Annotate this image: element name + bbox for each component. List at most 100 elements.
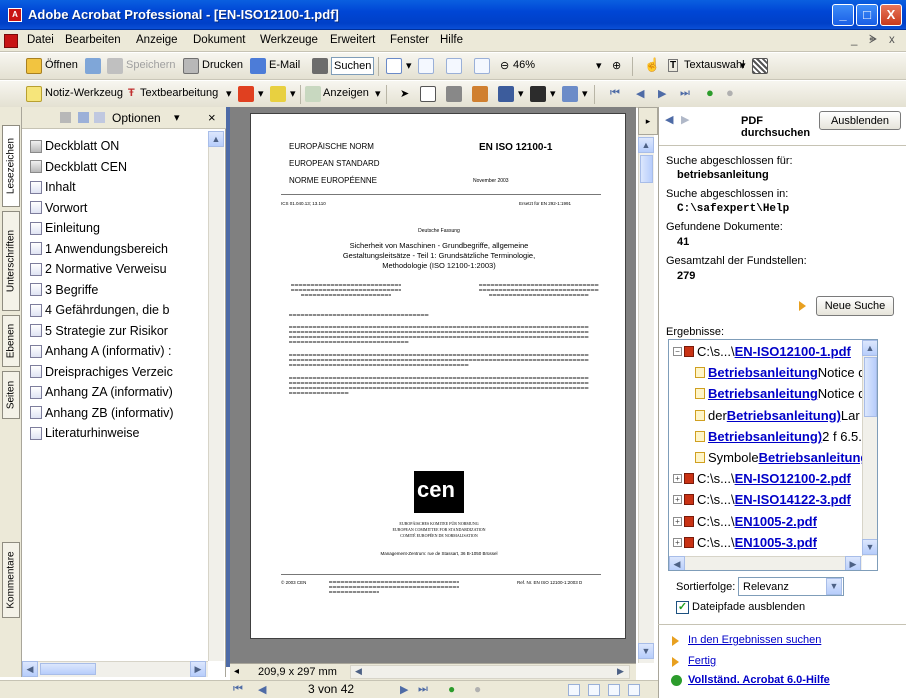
actual-size-icon[interactable] [418,58,434,74]
show-dropdown[interactable]: ▾ [375,87,381,100]
bookmark-item[interactable]: 4 Gefährdungen, die b [30,303,169,317]
last-page-icon[interactable]: ⏭ [680,87,690,100]
scroll-right-icon[interactable]: ▶ [190,661,206,677]
collapse-search-icon[interactable]: ▸ [638,107,658,135]
touchup-text-icon[interactable] [420,86,436,102]
bookmark-item[interactable]: 2 Normative Verweisu [30,262,167,276]
status-first-page-icon[interactable]: ⏮ [233,683,243,696]
go-back-icon[interactable]: ● [706,85,714,100]
text-select-button[interactable]: Textauswahl [684,59,745,71]
facing-icon[interactable] [608,684,620,696]
form-field-dropdown[interactable]: ▾ [518,87,524,100]
result-file[interactable]: − C:\s...\ EN-ISO12100-1.pdf [673,344,851,359]
menu-erweitert[interactable]: Erweitert [330,34,375,46]
email-icon[interactable] [250,58,266,74]
stamp-icon[interactable] [238,86,254,102]
result-hit[interactable]: Betriebsanleitung) 2 f 6.5.: [695,429,866,444]
text-edit-dropdown[interactable]: ▾ [226,87,232,100]
bookmarks-vertical-scrollbar[interactable]: ▲ [208,131,224,661]
zoom-icon[interactable] [386,58,402,74]
close-panel-icon[interactable]: × [208,110,216,125]
open-folder-icon[interactable] [26,58,42,74]
bookmark-item[interactable]: 5 Strategie zur Risikor [30,324,168,338]
bookmark-item[interactable]: Anhang ZB (informativ) [30,406,174,420]
single-page-icon[interactable] [568,684,580,696]
result-link[interactable]: Betriebsanleitung) [727,408,841,423]
minimize-button[interactable]: _ [832,4,854,26]
result-hit[interactable]: der Betriebsanleitung) Lar [695,408,860,423]
open-button[interactable]: Öffnen [45,59,78,71]
next-page-icon[interactable]: ▶ [658,87,666,100]
result-link[interactable]: EN1005-3.pdf [735,535,817,550]
bookmark-item[interactable]: 1 Anwendungsbereich [30,242,168,256]
zoom-in-icon[interactable]: ⊕ [612,59,621,72]
result-hit[interactable]: Betriebsanleitung Notice d [695,386,866,401]
status-prev-page-icon[interactable]: ◀ [258,683,266,696]
search-in-results-link[interactable]: In den Ergebnissen suchen [688,634,821,646]
bookmark-item[interactable]: Einleitung [30,221,100,235]
search-back-icon[interactable]: ◀ [665,113,673,126]
continuous-facing-icon[interactable] [628,684,640,696]
bookmark-item[interactable]: Deckblatt ON [30,139,119,153]
result-link[interactable]: EN-ISO14122-3.pdf [735,492,851,507]
scroll-up-icon[interactable]: ▲ [208,131,224,147]
layout-grid-dropdown[interactable]: ▾ [550,87,556,100]
options-dropdown-icon[interactable]: ▾ [174,111,180,124]
zoom-level-dropdown[interactable]: ▾ [596,59,602,72]
expand-icon[interactable]: + [673,537,682,547]
bookmark-item[interactable]: Vorwort [30,201,87,215]
result-hit[interactable]: Symbole Betriebsanleitung [695,450,868,465]
expand-icon[interactable]: + [673,516,682,526]
zoom-out-icon[interactable]: ⊖ [500,59,509,72]
page-number-field[interactable]: 3 von 42 [308,682,354,696]
note-tool-button[interactable]: Notiz-Werkzeug [45,87,123,99]
sort-dropdown-icon[interactable]: ▼ [826,578,842,595]
menu-dokument[interactable]: Dokument [193,34,245,46]
menu-bearbeiten[interactable]: Bearbeiten [65,34,121,46]
result-link[interactable]: Betriebsanleitung [708,386,818,401]
results-scroll-down-icon[interactable]: ▼ [862,539,877,555]
organizer-icon[interactable] [85,58,101,74]
document-icon[interactable] [4,34,18,48]
tab-pages[interactable]: Seiten [2,371,20,419]
show-button[interactable]: Anzeigen [323,87,369,99]
touchup-object-icon[interactable] [446,86,462,102]
results-horizontal-scrollbar[interactable]: ◀ ▶ [669,556,862,570]
doc-scroll-up-icon[interactable]: ▲ [638,137,654,153]
scroll-thumb[interactable] [40,663,96,675]
bookmark-item[interactable]: Inhalt [30,180,76,194]
hide-button[interactable]: Ausblenden [819,111,901,130]
doc-restore-button[interactable]: ᗙ [869,34,877,47]
results-scroll-left-icon[interactable]: ◀ [669,556,685,570]
results-vertical-scrollbar[interactable]: ▲ ▼ [862,340,877,556]
hide-paths-checkbox[interactable]: ✓ [676,601,689,614]
status-next-page-icon[interactable]: ▶ [400,683,408,696]
binoculars-icon[interactable] [312,58,328,74]
fit-width-icon[interactable] [474,58,490,74]
delete-bookmark-icon[interactable] [60,112,71,123]
note-icon[interactable] [26,86,42,102]
result-link[interactable]: Betriebsanleitung [759,450,869,465]
scroll-left-icon[interactable]: ◀ [22,661,38,677]
zoom-level-field[interactable]: 46% [513,59,535,71]
text-field-dropdown[interactable]: ▾ [582,87,588,100]
print-button[interactable]: Drucken [202,59,243,71]
text-select-dropdown[interactable]: ▾ [740,59,746,72]
new-bookmark-icon[interactable] [78,112,89,123]
stamp-dropdown[interactable]: ▾ [258,87,264,100]
result-link[interactable]: EN1005-2.pdf [735,514,817,529]
result-link[interactable]: Betriebsanleitung) [708,429,822,444]
close-button[interactable]: X [880,4,902,26]
fit-page-icon[interactable] [446,58,462,74]
search-button[interactable]: Suchen [331,57,375,75]
show-icon[interactable] [305,86,321,102]
result-file[interactable]: + C:\s...\ EN-ISO14122-3.pdf [673,492,851,507]
doc-minimize-button[interactable]: _ [851,34,857,46]
bookmark-item[interactable]: Anhang A (informativ) : [30,344,171,358]
document-vertical-scrollbar[interactable]: ▲ ▼ [638,107,654,663]
printer-icon[interactable] [183,58,199,74]
menu-hilfe[interactable]: Hilfe [440,34,463,46]
menu-fenster[interactable]: Fenster [390,34,429,46]
sort-select[interactable]: Relevanz ▼ [738,577,844,596]
expand-icon[interactable]: + [673,495,682,505]
